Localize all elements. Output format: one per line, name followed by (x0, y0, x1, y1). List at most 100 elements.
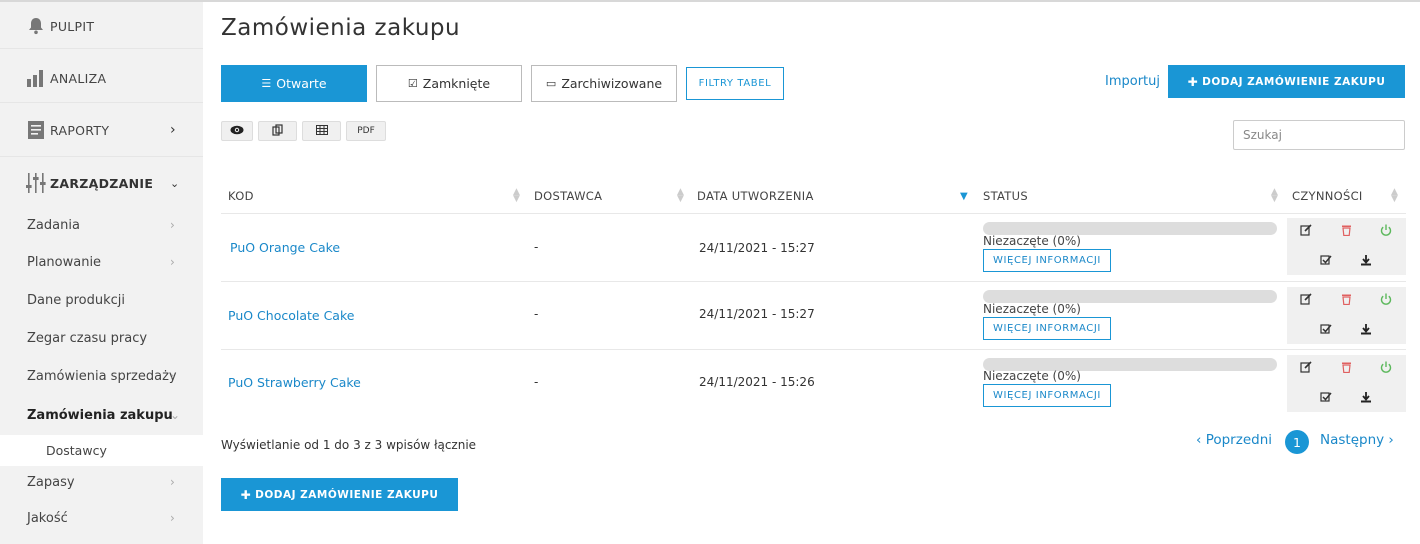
sidebar-item-dostawcy[interactable]: Dostawcy (0, 435, 203, 466)
status-text: Niezaczęte (0%) (983, 234, 1081, 248)
row-divider (221, 349, 1406, 350)
order-code-link[interactable]: PuO Orange Cake (230, 240, 340, 255)
chevron-right-icon: › (170, 122, 176, 138)
power-icon[interactable] (1376, 291, 1396, 307)
sidebar-item-zapasy[interactable]: Zapasy › (0, 475, 203, 495)
sort-icon: ▲ ▼ (677, 187, 684, 204)
edit-icon[interactable] (1296, 291, 1316, 307)
check-square-icon: ☑ (407, 77, 418, 90)
sidebar-item-zamowienia-zakupu[interactable]: Zamówienia zakupu ⌄ (0, 405, 203, 435)
more-info-button[interactable]: WIĘCEJ INFORMACJI (983, 317, 1111, 340)
sidebar-item-dane-produkcji[interactable]: Dane produkcji (0, 293, 203, 313)
nav-raporty[interactable]: RAPORTY › (0, 118, 203, 142)
table-icon (315, 124, 328, 138)
divider (0, 156, 203, 157)
sidebar-item-zadania[interactable]: Zadania › (0, 218, 203, 238)
button-label: DODAJ ZAMÓWIENIE ZAKUPU (1202, 75, 1386, 88)
inbox-icon: ▭ (545, 77, 557, 90)
chevron-right-icon: › (170, 369, 175, 383)
trash-icon[interactable] (1336, 291, 1356, 307)
pdf-button[interactable]: PDF (346, 121, 386, 141)
column-header-data-utworzenia[interactable]: DATA UTWORZENIA (697, 189, 814, 203)
sort-icon: ▲ ▼ (1271, 187, 1278, 204)
column-header-dostawca[interactable]: DOSTAWCA (534, 189, 602, 203)
add-purchase-order-button[interactable]: ✚ DODAJ ZAMÓWIENIE ZAKUPU (1168, 65, 1405, 98)
sidebar-item-planowanie[interactable]: Planowanie › (0, 255, 203, 275)
sort-icon: ▲ ▼ (513, 187, 520, 204)
column-header-kod[interactable]: KOD (228, 189, 254, 203)
column-header-czynnosci[interactable]: CZYNNOŚCI (1292, 189, 1363, 203)
order-code-link[interactable]: PuO Chocolate Cake (228, 308, 354, 323)
excel-button[interactable] (302, 121, 341, 141)
nav-zarzadzanie[interactable]: ZARZĄDZANIE ⌄ (0, 170, 203, 196)
sidebar-item-zamowienia-sprzedazy[interactable]: Zamówienia sprzedaży › (0, 369, 203, 389)
trash-icon[interactable] (1336, 359, 1356, 375)
page-title: Zamówienia zakupu (221, 15, 461, 41)
status-text: Niezaczęte (0%) (983, 369, 1081, 383)
nav-pulpit[interactable]: PULPIT (0, 14, 203, 38)
chevron-down-icon: ⌄ (170, 176, 180, 190)
column-header-status[interactable]: STATUS (983, 189, 1028, 203)
top-border (0, 0, 1420, 2)
sidebar: PULPIT ANALIZA RAPORTY › ZARZĄDZANIE ⌄ Z… (0, 2, 203, 544)
check-icon[interactable] (1316, 321, 1336, 337)
edit-icon[interactable] (1296, 359, 1316, 375)
download-icon[interactable] (1356, 321, 1376, 337)
download-icon[interactable] (1356, 389, 1376, 405)
power-icon[interactable] (1376, 222, 1396, 238)
plus-icon: ✚ (240, 487, 252, 502)
column-visibility-button[interactable] (221, 121, 253, 141)
nav-analiza[interactable]: ANALIZA (0, 66, 203, 90)
sidebar-item-zegar[interactable]: Zegar czasu pracy (0, 331, 203, 351)
divider (0, 48, 203, 49)
tab-zarchiwizowane[interactable]: ▭ Zarchiwizowane (531, 65, 677, 102)
bell-icon (25, 15, 47, 37)
add-purchase-order-bottom-button[interactable]: ✚ DODAJ ZAMÓWIENIE ZAKUPU (221, 478, 458, 511)
edit-icon[interactable] (1296, 222, 1316, 238)
pagination-previous[interactable]: ‹ Poprzedni (1196, 432, 1272, 448)
check-icon[interactable] (1316, 252, 1336, 268)
nav-label: ZARZĄDZANIE (50, 175, 154, 191)
order-code-link[interactable]: PuO Strawberry Cake (228, 375, 361, 390)
copy-button[interactable] (258, 121, 297, 141)
button-label: DODAJ ZAMÓWIENIE ZAKUPU (255, 488, 439, 501)
chevron-down-icon: ⌄ (170, 408, 181, 422)
pagination-next[interactable]: Następny › (1320, 432, 1394, 448)
tab-otwarte[interactable]: ☰ Otwarte (221, 65, 367, 102)
sidebar-item-label: Zamówienia sprzedaży (27, 369, 177, 384)
import-link[interactable]: Importuj (1105, 74, 1160, 89)
sidebar-item-label: Dostawcy (46, 443, 107, 458)
sidebar-item-label: Zapasy (27, 475, 75, 490)
sidebar-item-label: Zegar czasu pracy (27, 331, 148, 346)
pagination-page-1[interactable]: 1 (1285, 430, 1309, 454)
created-cell: 24/11/2021 - 15:27 (699, 307, 815, 321)
nav-label: PULPIT (50, 18, 95, 34)
check-icon[interactable] (1316, 389, 1336, 405)
bar-chart-icon (25, 67, 47, 89)
more-info-button[interactable]: WIĘCEJ INFORMACJI (983, 384, 1111, 407)
table-info: Wyświetlanie od 1 do 3 z 3 wpisów łączni… (221, 438, 477, 452)
sort-desc-icon: ▼ (960, 191, 968, 202)
power-icon[interactable] (1376, 359, 1396, 375)
supplier-cell: - (534, 307, 539, 321)
sidebar-item-label: Jakość (27, 511, 68, 526)
sidebar-item-label: Planowanie (27, 255, 102, 270)
nav-label: RAPORTY (50, 122, 110, 138)
sidebar-item-label: Zamówienia zakupu (27, 408, 173, 423)
download-icon[interactable] (1356, 252, 1376, 268)
row-divider (221, 281, 1406, 282)
supplier-cell: - (534, 375, 539, 389)
row-divider (221, 213, 1406, 214)
status-text: Niezaczęte (0%) (983, 302, 1081, 316)
more-info-button[interactable]: WIĘCEJ INFORMACJI (983, 249, 1111, 272)
tab-label: Zamknięte (422, 76, 491, 91)
tab-zamkniete[interactable]: ☑ Zamknięte (376, 65, 522, 102)
table-filters-button[interactable]: FILTRY TABEL (686, 67, 784, 100)
search-input[interactable] (1233, 120, 1405, 150)
trash-icon[interactable] (1336, 222, 1356, 238)
chevron-right-icon: › (170, 511, 175, 525)
list-icon: ☰ (261, 77, 272, 90)
sliders-icon (25, 172, 47, 194)
sidebar-item-jakosc[interactable]: Jakość › (0, 511, 203, 531)
plus-icon: ✚ (1187, 74, 1199, 89)
